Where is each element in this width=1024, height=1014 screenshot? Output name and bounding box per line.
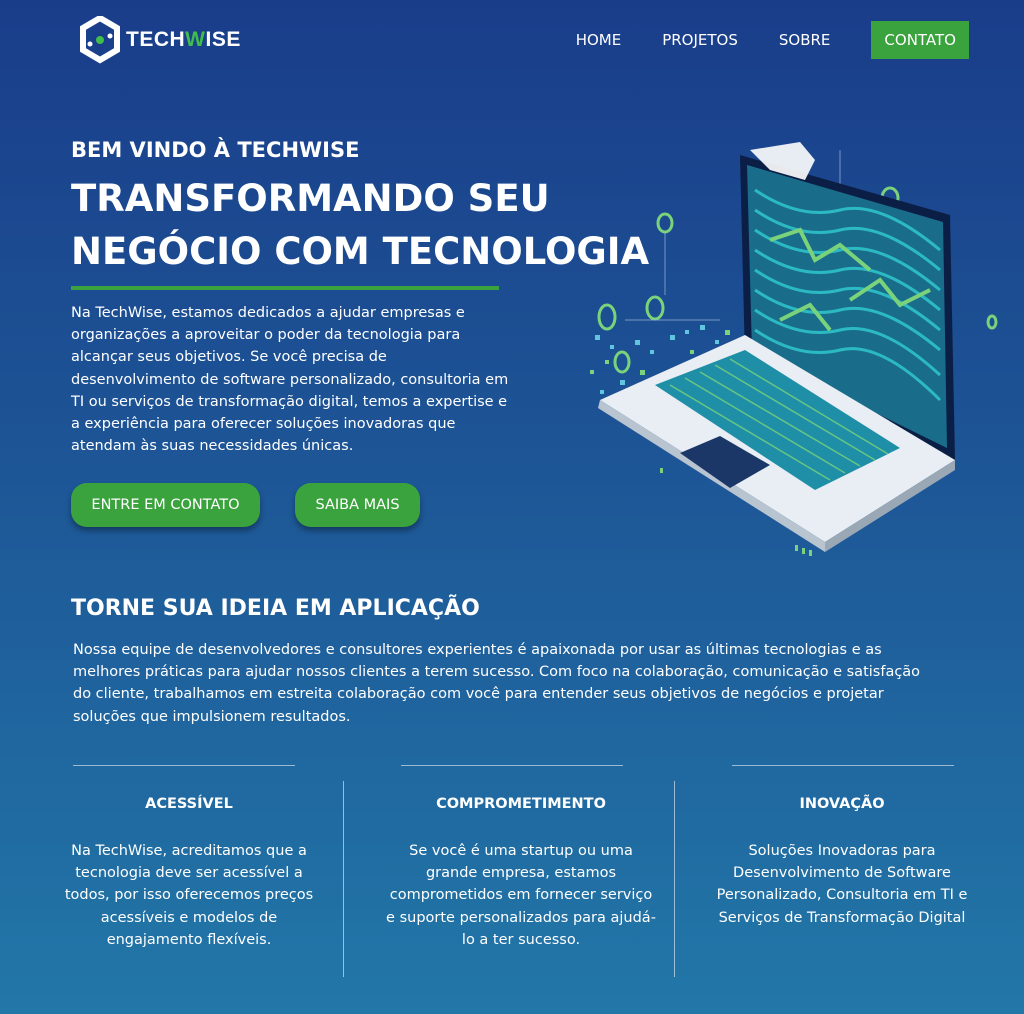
feature-divider-1 xyxy=(73,765,295,766)
nav-sobre[interactable]: SOBRE xyxy=(779,21,831,59)
feature-title: INOVAÇÃO xyxy=(799,796,885,812)
feature-text: Na TechWise, acreditamos que a tecnologi… xyxy=(64,843,314,948)
learn-more-button[interactable]: SAIBA MAIS xyxy=(295,483,420,527)
feature-vertical-divider-2 xyxy=(674,781,675,977)
logo-hexagon-icon xyxy=(80,16,120,64)
feature-divider-3 xyxy=(732,765,954,766)
logo[interactable]: TECHWISE xyxy=(80,16,241,64)
nav-projetos[interactable]: PROJETOS xyxy=(662,21,738,59)
section-description: Nossa equipe de desenvolvedores e consul… xyxy=(73,642,921,725)
feature-divider-2 xyxy=(401,765,623,766)
hero-divider xyxy=(71,286,499,290)
feature-vertical-divider-1 xyxy=(343,781,344,977)
feature-title: COMPROMETIMENTO xyxy=(436,796,606,812)
section-title: TORNE SUA IDEIA EM APLICAÇÃO xyxy=(71,596,480,621)
laptop-illustration xyxy=(590,142,998,556)
feature-commitment: COMPROMETIMENTO Se você é uma startup ou… xyxy=(386,793,656,951)
nav-contato-button[interactable]: CONTATO xyxy=(871,21,969,59)
main-nav: HOME PROJETOS SOBRE CONTATO xyxy=(535,21,969,59)
contact-button[interactable]: ENTRE EM CONTATO xyxy=(71,483,260,527)
feature-accessible: ACESSÍVEL Na TechWise, acreditamos que a… xyxy=(54,793,324,951)
feature-text: Se você é uma startup ou uma grande empr… xyxy=(386,843,656,948)
feature-text: Soluções Inovadoras para Desenvolvimento… xyxy=(716,843,968,926)
feature-innovation: INOVAÇÃO Soluções Inovadoras para Desenv… xyxy=(707,793,977,929)
feature-title: ACESSÍVEL xyxy=(145,796,233,812)
logo-text: TECHWISE xyxy=(126,28,241,51)
hero-description: Na TechWise, estamos dedicados a ajudar … xyxy=(71,305,509,455)
hero-kicker: BEM VINDO À TECHWISE xyxy=(71,138,360,162)
nav-home[interactable]: HOME xyxy=(576,21,622,59)
